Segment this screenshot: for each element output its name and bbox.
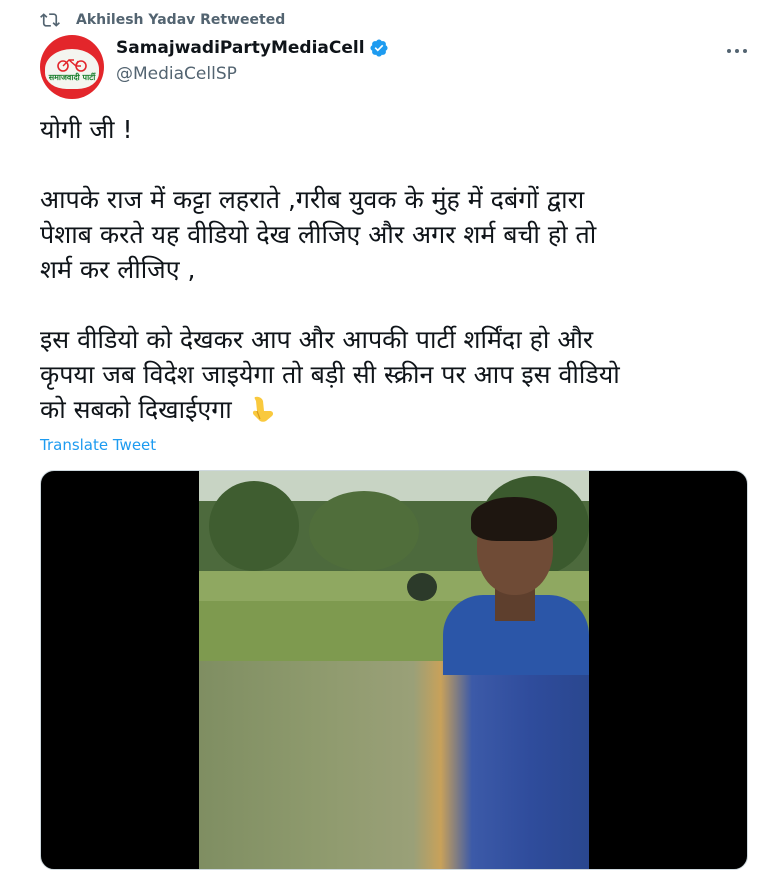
tweet-card[interactable]: Akhilesh Yadav Retweeted समाजवादी पार्टी… bbox=[0, 0, 775, 870]
tweet-line: कृपया जब विदेश जाइयेगा तो बड़ी सी स्क्री… bbox=[40, 360, 620, 389]
tweet-line: योगी जी ! bbox=[40, 115, 133, 144]
avatar[interactable]: समाजवादी पार्टी bbox=[40, 35, 104, 99]
retweet-label: Akhilesh Yadav Retweeted bbox=[76, 12, 286, 28]
avatar-logo: समाजवादी पार्टी bbox=[45, 49, 99, 89]
point-down-icon bbox=[252, 396, 273, 422]
tweet-text: योगी जी ! आपके राज में कट्टा लहराते ,गरी… bbox=[40, 112, 740, 427]
author-handle[interactable]: @MediaCellSP bbox=[116, 64, 237, 84]
tweet-line: शर्म कर लीजिए , bbox=[40, 255, 196, 284]
video-frame[interactable] bbox=[199, 471, 589, 869]
blurred-region bbox=[199, 661, 589, 869]
retweet-indicator[interactable]: Akhilesh Yadav Retweeted bbox=[40, 8, 285, 32]
tweet-line-last: को सबको दिखाईएगा bbox=[40, 392, 740, 427]
tweet-line-text: को सबको दिखाईएगा bbox=[40, 395, 232, 424]
retweet-icon bbox=[40, 13, 60, 27]
tweet-line: आपके राज में कट्टा लहराते ,गरीब युवक के … bbox=[40, 185, 585, 214]
more-options-icon[interactable] bbox=[724, 40, 750, 62]
author-display-name[interactable]: SamajwadiPartyMediaCell bbox=[116, 38, 365, 58]
tweet-video[interactable] bbox=[40, 470, 748, 870]
tweet-line: इस वीडियो को देखकर आप और आपकी पार्टी शर्… bbox=[40, 325, 594, 354]
bicycle-icon bbox=[57, 59, 87, 72]
verified-badge-icon bbox=[370, 39, 388, 57]
tweet-line: पेशाब करते यह वीडियो देख लीजिए और अगर शर… bbox=[40, 220, 597, 249]
author-name-row[interactable]: SamajwadiPartyMediaCell bbox=[116, 38, 389, 58]
avatar-text: समाजवादी पार्टी bbox=[48, 73, 96, 82]
translate-tweet-link[interactable]: Translate Tweet bbox=[40, 436, 156, 454]
